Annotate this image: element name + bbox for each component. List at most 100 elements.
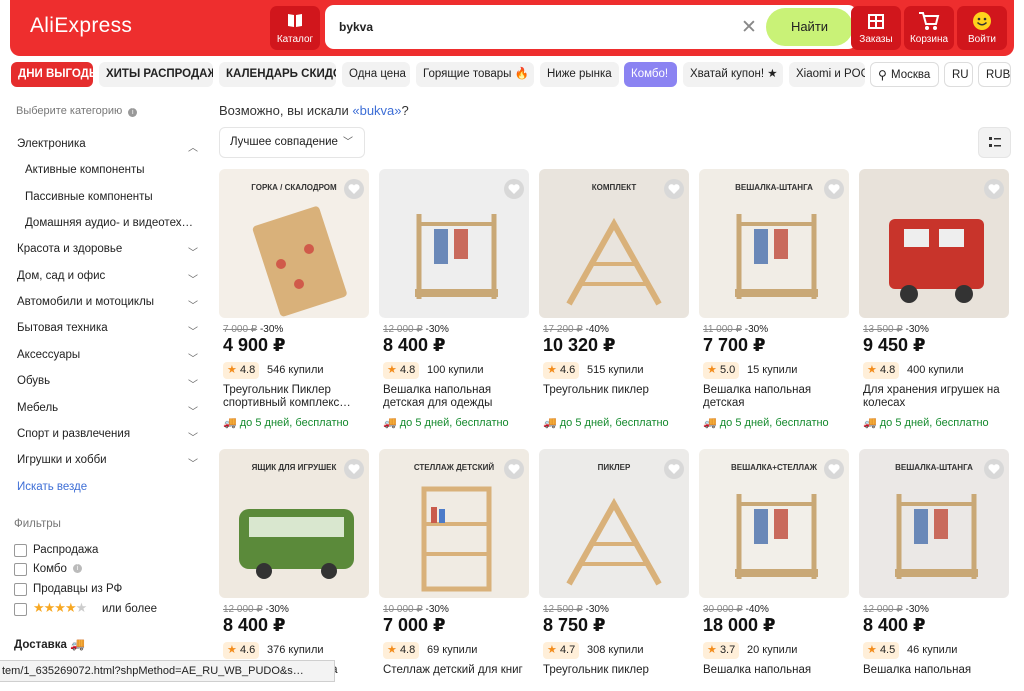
wishlist-heart-icon[interactable]	[664, 179, 684, 199]
chevron-down-icon[interactable]: ﹀	[188, 403, 198, 418]
chevron-down-icon[interactable]: ﹀	[188, 297, 198, 312]
location-button[interactable]: ⚲ Москва	[870, 62, 939, 87]
product-image[interactable]: СТЕЛЛАЖ ДЕТСКИЙ	[379, 449, 529, 598]
filter-ru-sellers-label[interactable]: Продавцы из РФ	[33, 583, 122, 595]
filter-ru-sellers-checkbox[interactable]	[14, 583, 27, 596]
old-price-value: 7 000 ₽	[223, 324, 258, 335]
filter-combo-label[interactable]: Комбо i	[33, 563, 83, 575]
chip-discount-calendar[interactable]: КАЛЕНДАРЬ СКИДОК	[219, 62, 336, 87]
chevron-down-icon[interactable]: ﹀	[188, 244, 198, 259]
info-icon[interactable]: i	[73, 564, 83, 574]
wishlist-heart-icon[interactable]	[504, 179, 524, 199]
did-you-mean-link[interactable]: «bukva»	[352, 103, 401, 118]
chevron-down-icon[interactable]: ﹀	[188, 323, 198, 338]
chevron-up-icon[interactable]: ︿	[188, 139, 198, 154]
category-beauty-health[interactable]: Красота и здоровье	[17, 243, 122, 255]
chevron-down-icon[interactable]: ﹀	[188, 429, 198, 444]
filter-combo-text: Комбо	[33, 563, 67, 575]
product-image[interactable]: КОМПЛЕКТ	[539, 169, 689, 318]
product-title[interactable]: Стеллаж детский для книг	[383, 664, 529, 691]
filter-combo-checkbox[interactable]	[14, 563, 27, 576]
cart-button[interactable]: Корзина	[904, 6, 954, 50]
category-home-audio-video[interactable]: Домашняя аудио- и видеотех…	[25, 217, 193, 229]
catalog-label: Каталог	[276, 34, 314, 45]
category-appliances[interactable]: Бытовая техника	[17, 322, 108, 334]
search-input[interactable]: bykva	[339, 20, 373, 34]
orders-label: Заказы	[859, 34, 893, 45]
chip-hot-goods[interactable]: Горящие товары 🔥	[416, 62, 534, 87]
aliexpress-logo[interactable]: AliExpress	[30, 14, 132, 38]
wishlist-heart-icon[interactable]	[824, 459, 844, 479]
old-price-value: 17 200 ₽	[543, 324, 583, 335]
chip-xiaomi-poco[interactable]: Xiaomi и POCO	[789, 62, 865, 87]
chip-days-of-benefit[interactable]: ДНИ ВЫГОДЫ	[11, 62, 93, 87]
chip-one-price[interactable]: Одна цена	[342, 62, 410, 87]
search-everywhere-link[interactable]: Искать везде	[17, 481, 87, 493]
wishlist-heart-icon[interactable]	[984, 179, 1004, 199]
discount-percent: -40%	[585, 324, 609, 335]
product-title[interactable]: Вешалка напольная	[703, 664, 849, 691]
chevron-down-icon[interactable]: ﹀	[188, 455, 198, 470]
sort-select[interactable]: Лучшее совпадение ﹀	[219, 127, 365, 158]
category-home-garden-office[interactable]: Дом, сад и офис	[17, 270, 105, 282]
filter-rating-checkbox[interactable]	[14, 603, 27, 616]
product-title[interactable]: Для хранения игрушек на колесах	[863, 384, 1009, 411]
chip-combo[interactable]: Комбо!	[624, 62, 677, 87]
chip-grab-coupon[interactable]: Хватай купон! ★	[683, 62, 783, 87]
filter-sale-checkbox[interactable]	[14, 544, 27, 557]
product-title[interactable]: Треугольник пиклер	[543, 384, 689, 411]
product-title[interactable]: Вешалка напольная детская для одежды	[383, 384, 529, 411]
wishlist-heart-icon[interactable]	[824, 179, 844, 199]
filter-rating-label[interactable]: или более	[102, 603, 157, 615]
wishlist-heart-icon[interactable]	[664, 459, 684, 479]
product-image[interactable]: ЯЩИК ДЛЯ ИГРУШЕК	[219, 449, 369, 598]
category-furniture[interactable]: Мебель	[17, 402, 58, 414]
category-shoes[interactable]: Обувь	[17, 375, 50, 387]
chip-sale-hits[interactable]: ХИТЫ РАСПРОДАЖИ	[99, 62, 213, 87]
currency-button[interactable]: RUB	[978, 62, 1011, 87]
product-image[interactable]: ВЕШАЛКА-ШТАНГА	[859, 449, 1009, 598]
product-image[interactable]: ГОРКА / СКАЛОДРОМ	[219, 169, 369, 318]
login-button[interactable]: Войти	[957, 6, 1007, 50]
info-icon[interactable]: i	[128, 108, 138, 117]
wishlist-heart-icon[interactable]	[344, 459, 364, 479]
product-title[interactable]: Треугольник Пиклер спортивный комплекс…	[223, 384, 369, 411]
star-icon: ★	[227, 364, 237, 376]
chevron-down-icon[interactable]: ﹀	[188, 271, 198, 286]
category-toys-hobby[interactable]: Игрушки и хобби	[17, 454, 107, 466]
rating-badge: ★ 4.8	[383, 362, 420, 379]
product-title[interactable]: Треугольник пиклер	[543, 664, 689, 691]
category-electronics[interactable]: Электроника	[17, 138, 86, 150]
price: 7 700 ₽	[703, 335, 766, 355]
wishlist-heart-icon[interactable]	[984, 459, 1004, 479]
category-accessories[interactable]: Аксессуары	[17, 349, 80, 361]
product-image[interactable]: ВЕШАЛКА-ШТАНГА	[699, 169, 849, 318]
product-image[interactable]	[379, 169, 529, 318]
chevron-down-icon[interactable]: ﹀	[188, 350, 198, 365]
view-toggle-button[interactable]	[978, 127, 1011, 158]
product-image[interactable]	[859, 169, 1009, 318]
category-passive-components[interactable]: Пассивные компоненты	[25, 191, 153, 203]
language-button[interactable]: RU	[944, 62, 973, 87]
truck-icon: 🚚	[383, 417, 397, 429]
catalog-button[interactable]: Каталог	[270, 6, 320, 50]
rating-badge: ★ 4.6	[223, 642, 260, 659]
rating-badge: ★ 4.8	[863, 362, 900, 379]
product-title[interactable]: Вешалка напольная детская	[703, 384, 849, 411]
chevron-down-icon[interactable]: ﹀	[188, 376, 198, 391]
clear-icon[interactable]: ✕	[741, 16, 757, 39]
price: 9 450 ₽	[863, 335, 926, 355]
product-image[interactable]: ВЕШАЛКА+СТЕЛЛАЖ	[699, 449, 849, 598]
rating-stars-icon[interactable]: ★★★★★	[33, 600, 87, 616]
category-active-components[interactable]: Активные компоненты	[25, 164, 145, 176]
find-button[interactable]: Найти	[766, 8, 853, 46]
product-title[interactable]: Вешалка напольная	[863, 664, 1009, 691]
filter-sale-label[interactable]: Распродажа	[33, 544, 98, 556]
chip-below-market[interactable]: Ниже рынка	[540, 62, 619, 87]
category-auto-moto[interactable]: Автомобили и мотоциклы	[17, 296, 154, 308]
product-image[interactable]: ПИКЛЕР	[539, 449, 689, 598]
wishlist-heart-icon[interactable]	[504, 459, 524, 479]
category-sports[interactable]: Спорт и развлечения	[17, 428, 130, 440]
wishlist-heart-icon[interactable]	[344, 179, 364, 199]
orders-button[interactable]: Заказы	[851, 6, 901, 50]
